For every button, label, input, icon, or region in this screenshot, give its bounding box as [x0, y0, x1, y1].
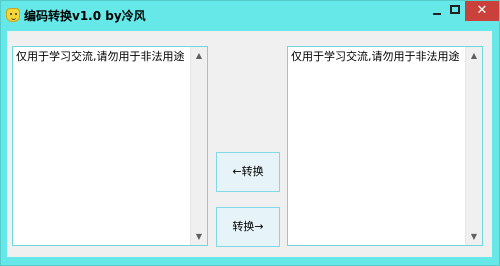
scroll-down-arrow-icon[interactable]: ▼	[191, 228, 207, 245]
left-text-area[interactable]: 仅用于学习交流,请勿用于非法用途 ▲ ▼	[12, 46, 208, 246]
scroll-down-arrow-icon[interactable]: ▼	[466, 228, 482, 245]
maximize-button[interactable]	[446, 1, 465, 21]
window-title: 编码转换v1.0 by冷风	[24, 9, 146, 23]
minimize-icon	[433, 13, 441, 15]
right-text-area[interactable]: 仅用于学习交流,请勿用于非法用途 ▲ ▼	[287, 46, 483, 246]
left-text-content: 仅用于学习交流,请勿用于非法用途	[16, 50, 185, 63]
scroll-up-arrow-icon[interactable]: ▲	[466, 47, 482, 64]
left-scrollbar[interactable]: ▲ ▼	[190, 47, 207, 245]
smiley-face-icon	[6, 8, 20, 22]
close-icon: ✕	[476, 3, 488, 18]
client-area: 仅用于学习交流,请勿用于非法用途 ▲ ▼ ←转换 转换→ 仅用于学习交流,请勿用…	[7, 31, 492, 257]
convert-left-button[interactable]: ←转换	[216, 152, 280, 192]
convert-right-button[interactable]: 转换→	[216, 207, 280, 247]
scroll-up-arrow-icon[interactable]: ▲	[191, 47, 207, 64]
minimize-button[interactable]	[429, 1, 446, 21]
right-text-content: 仅用于学习交流,请勿用于非法用途	[291, 50, 460, 63]
right-scrollbar[interactable]: ▲ ▼	[465, 47, 482, 245]
title-bar[interactable]: 编码转换v1.0 by冷风 ✕	[1, 1, 499, 30]
app-window: 编码转换v1.0 by冷风 ✕ 仅用于学习交流,请勿用于非法用途 ▲ ▼ ←转换…	[0, 0, 500, 266]
maximize-icon	[450, 5, 460, 14]
close-button[interactable]: ✕	[465, 1, 499, 21]
